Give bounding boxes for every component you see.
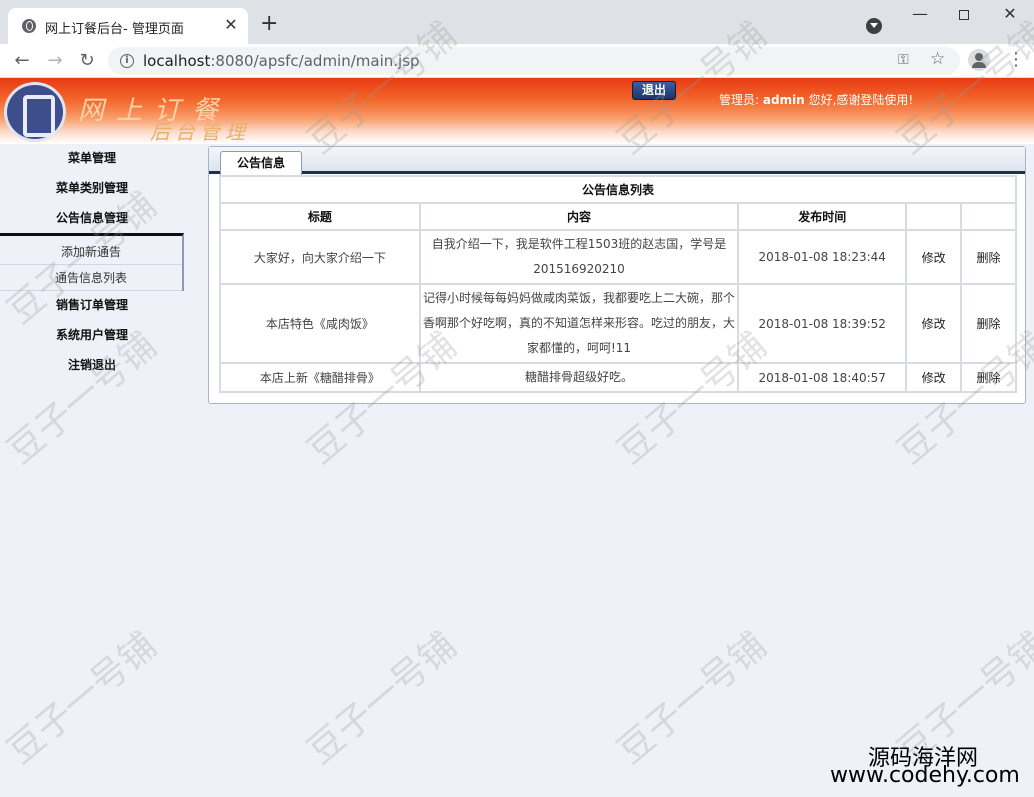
column-header-edit [905, 202, 963, 231]
table-caption-row: 公告信息列表 [219, 175, 1017, 204]
cell-title: 本店特色《咸肉饭》 [219, 283, 421, 364]
watermark: 豆子一号铺 [610, 625, 775, 773]
column-header-content: 内容 [418, 202, 740, 231]
globe-icon [22, 19, 36, 33]
address-toolbar: ← → ↻ i localhost:8080/apsfc/admin/main.… [0, 44, 1034, 78]
main-panel: 公告信息 公告信息列表 标题 内容 发布时间 大家好，向大家介绍一下 自我介绍一… [208, 146, 1026, 404]
browser-tab-strip: 网上订餐后台- 管理页面 ✕ + — ✕ [0, 0, 1034, 44]
cell-content: 自我介绍一下，我是软件工程1503班的赵志国，学号是201516920210 [418, 229, 740, 285]
window-close-icon[interactable]: ✕ [995, 4, 1025, 23]
admin-name: admin [762, 93, 805, 107]
delete-link[interactable]: 删除 [960, 229, 1017, 285]
app-header: 网上订餐 后台管理 退出 管理员: admin 您好,感谢登陆使用! [0, 78, 1034, 144]
watermark: 豆子一号铺 [300, 625, 465, 773]
key-icon[interactable]: ⚿ [898, 52, 909, 68]
admin-greeting-text: 您好,感谢登陆使用! [808, 93, 914, 107]
cell-time: 2018-01-08 18:40:57 [737, 362, 908, 393]
edit-link[interactable]: 修改 [905, 362, 963, 393]
sidebar-item-users[interactable]: 系统用户管理 [0, 321, 184, 349]
submenu-item-add-notice[interactable]: 添加新通告 [0, 240, 182, 265]
sidebar-item-orders[interactable]: 销售订单管理 [0, 291, 184, 319]
cell-content: 糖醋排骨超级好吃。 [418, 362, 740, 393]
sidebar-item-notice[interactable]: 公告信息管理 [0, 204, 184, 232]
sidebar-item-menu[interactable]: 菜单管理 [0, 144, 184, 172]
content-tab-strip: 公告信息 [209, 147, 1025, 175]
column-header-delete [960, 202, 1017, 231]
table-row: 大家好，向大家介绍一下 自我介绍一下，我是软件工程1503班的赵志国，学号是20… [219, 229, 1017, 285]
minimize-icon[interactable]: — [905, 4, 935, 23]
back-arrow-icon[interactable]: ← [11, 50, 33, 71]
browser-tab-title: 网上订餐后台- 管理页面 [45, 22, 184, 37]
tab-search-icon[interactable] [866, 18, 882, 34]
edit-link[interactable]: 修改 [905, 283, 963, 364]
cell-time: 2018-01-08 18:23:44 [737, 229, 908, 285]
notice-table: 公告信息列表 标题 内容 发布时间 大家好，向大家介绍一下 自我介绍一下，我是软… [219, 175, 1017, 393]
notice-submenu: 添加新通告 通告信息列表 [0, 233, 184, 291]
cell-title: 大家好，向大家介绍一下 [219, 229, 421, 285]
new-tab-icon[interactable]: + [260, 13, 278, 35]
brand-url: www.codehy.com [830, 763, 1020, 788]
site-info-icon[interactable]: i [120, 54, 134, 68]
university-logo [4, 82, 66, 142]
logo-subtitle: 后台管理 [150, 120, 250, 144]
admin-greeting: 管理员: admin 您好,感谢登陆使用! [719, 91, 913, 108]
cell-title: 本店上新《糖醋排骨》 [219, 362, 421, 393]
bookmark-star-icon[interactable]: ☆ [930, 49, 945, 69]
tab-notice-info[interactable]: 公告信息 [220, 151, 302, 175]
delete-link[interactable]: 删除 [960, 283, 1017, 364]
close-tab-icon[interactable]: ✕ [222, 16, 240, 34]
sidebar: 菜单管理 菜单类别管理 公告信息管理 添加新通告 通告信息列表 销售订单管理 系… [0, 144, 184, 797]
submenu-item-notice-list[interactable]: 通告信息列表 [0, 266, 182, 291]
delete-link[interactable]: 删除 [960, 362, 1017, 393]
sidebar-item-logout[interactable]: 注销退出 [0, 351, 184, 379]
column-header-title: 标题 [219, 202, 421, 231]
table-row: 本店特色《咸肉饭》 记得小时候每每妈妈做咸肉菜饭，我都要吃上二大碗，那个香啊那个… [219, 283, 1017, 364]
table-header-row: 标题 内容 发布时间 [219, 202, 1017, 231]
table-caption: 公告信息列表 [219, 175, 1017, 204]
cell-content: 记得小时候每每妈妈做咸肉菜饭，我都要吃上二大碗，那个香啊那个好吃啊，真的不知道怎… [418, 283, 740, 364]
browser-tab[interactable]: 网上订餐后台- 管理页面 ✕ [8, 8, 248, 44]
sidebar-item-menu-category[interactable]: 菜单类别管理 [0, 174, 184, 202]
maximize-icon[interactable] [959, 10, 969, 20]
url-path: :8080/apsfc/admin/main.jsp [210, 52, 420, 70]
account-icon[interactable] [968, 49, 990, 71]
reload-icon[interactable]: ↻ [76, 50, 98, 71]
url-text[interactable]: localhost:8080/apsfc/admin/main.jsp [143, 52, 420, 70]
column-header-time: 发布时间 [737, 202, 908, 231]
logout-button[interactable]: 退出 [632, 81, 676, 100]
url-host: localhost [143, 52, 211, 70]
admin-prefix: 管理员: [719, 93, 760, 107]
forward-arrow-icon[interactable]: → [44, 50, 66, 71]
more-menu-icon[interactable]: ⋮ [1007, 49, 1025, 70]
table-row: 本店上新《糖醋排骨》 糖醋排骨超级好吃。 2018-01-08 18:40:57… [219, 362, 1017, 393]
cell-time: 2018-01-08 18:39:52 [737, 283, 908, 364]
edit-link[interactable]: 修改 [905, 229, 963, 285]
address-bar[interactable]: i localhost:8080/apsfc/admin/main.jsp [108, 47, 960, 75]
